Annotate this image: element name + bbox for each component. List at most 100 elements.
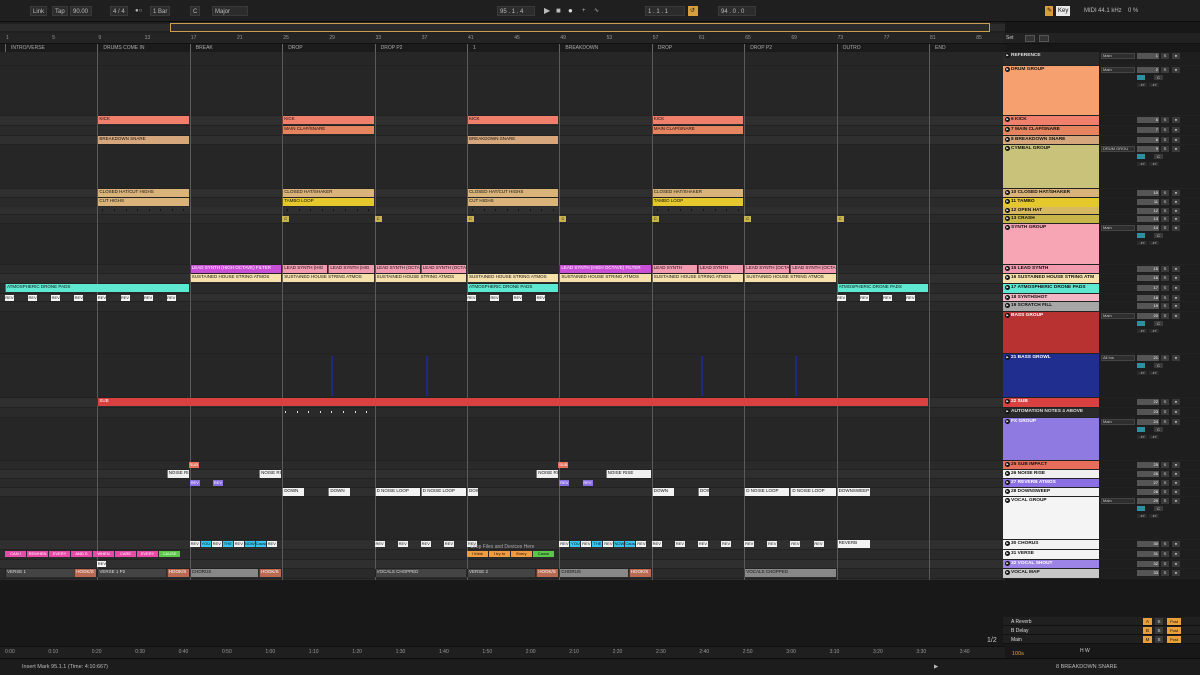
track-arrow-icon[interactable]: ▶ [1005, 199, 1010, 204]
track-arrow-icon[interactable]: ▶ [1005, 285, 1010, 290]
fold-arrow-icon[interactable]: ▶ [1005, 498, 1010, 503]
track-number[interactable]: 24 [1137, 419, 1159, 425]
track-activator[interactable] [1137, 75, 1145, 80]
locator[interactable]: DROP [282, 44, 303, 52]
volume-readout[interactable]: -inf [1137, 514, 1147, 518]
track-activator[interactable] [1137, 154, 1145, 159]
track-header[interactable]: ▶ 10 CLOSED HAT/SHAKER [1003, 189, 1099, 198]
clip[interactable]: REV [143, 295, 153, 301]
track-arrow-icon[interactable]: ▶ [1005, 117, 1010, 122]
track-arrow-icon[interactable]: ▶ [1005, 541, 1010, 546]
clip[interactable]: REV [51, 295, 61, 301]
clip[interactable]: BREAKDOWN SNARE [97, 136, 189, 144]
track-lane[interactable] [0, 215, 1005, 224]
solo-button[interactable]: S [1161, 53, 1169, 59]
clip[interactable]: NOISE RISE [259, 470, 282, 478]
track-lane[interactable] [0, 207, 1005, 215]
solo-button[interactable]: S [1161, 295, 1169, 301]
arm-icon[interactable]: ● [1172, 53, 1180, 59]
clip[interactable]: HOOK/S [166, 569, 189, 577]
track-header[interactable]: ▶ SYNTH GROUP [1003, 224, 1099, 265]
clip[interactable]: LEAD SYNTH [698, 265, 744, 273]
arm-icon[interactable]: ● [1172, 199, 1180, 205]
track-lane[interactable] [0, 497, 1005, 540]
track-arrow-icon[interactable]: ▶ [1005, 303, 1010, 308]
crossfade-button[interactable]: C [1154, 75, 1163, 80]
track-number[interactable]: 29 [1137, 498, 1159, 504]
solo-button[interactable]: S [1161, 225, 1169, 231]
arm-icon[interactable]: ● [1172, 216, 1180, 222]
track-lane[interactable] [0, 461, 1005, 470]
track-header[interactable]: ▶ 6 KICK [1003, 116, 1099, 126]
crossfade-button[interactable]: C [1154, 233, 1163, 238]
track-lane[interactable] [0, 560, 1005, 569]
locator[interactable]: DRUMS COME IN [97, 44, 145, 52]
clip[interactable]: REV [5, 295, 14, 301]
crossfade-button[interactable]: C [1154, 506, 1163, 511]
track-lane[interactable] [0, 418, 1005, 461]
clip[interactable]: SUB [558, 462, 569, 468]
clip[interactable]: Every [511, 551, 532, 557]
stop-icon[interactable]: ■ [554, 6, 563, 16]
pan-readout[interactable]: -inf [1149, 162, 1159, 166]
return-letter[interactable]: M [1143, 636, 1152, 643]
pan-readout[interactable]: -inf [1149, 329, 1159, 333]
track-header[interactable]: ▶ FX GROUP [1003, 418, 1099, 461]
arrangement-position[interactable]: 95 . 1 . 4 [497, 6, 535, 16]
clip[interactable]: EVERY [49, 551, 70, 557]
track-arrow-icon[interactable]: ▶ [1005, 551, 1010, 556]
clip[interactable]: REWHEN [27, 551, 48, 557]
clip[interactable]: KICK [282, 116, 374, 124]
return-letter[interactable]: B [1143, 627, 1152, 634]
output-routing[interactable]: Main [1101, 225, 1135, 231]
track-lane[interactable] [0, 126, 1005, 136]
locator[interactable]: BREAK [189, 44, 213, 52]
arm-icon[interactable]: ● [1172, 570, 1180, 576]
track-header[interactable]: ▶ 30 CHORUS [1003, 540, 1099, 550]
solo-button[interactable]: S [1161, 216, 1169, 222]
clip[interactable]: LEAD SYNTH (HIG [328, 265, 374, 273]
volume-readout[interactable]: -inf [1137, 435, 1147, 439]
clip[interactable]: DOWN [328, 488, 351, 496]
track-lane[interactable] [0, 52, 1005, 66]
track-number[interactable]: 30 [1137, 541, 1159, 547]
return-track[interactable]: B Delay B S Post [1003, 626, 1200, 635]
track-number[interactable]: 23 [1137, 409, 1159, 415]
return-post[interactable]: Post [1167, 627, 1181, 634]
arm-icon[interactable]: ● [1172, 561, 1180, 567]
track-header[interactable]: ▶ 17 ATMOSPHERIC DRONE PADS [1003, 284, 1099, 294]
track-header[interactable]: ▶ REFERENCE [1003, 52, 1099, 66]
solo-button[interactable]: S [1161, 266, 1169, 272]
track-activator[interactable] [1137, 506, 1145, 511]
track-header[interactable]: ▶ 32 VOCAL SHOUT [1003, 560, 1099, 569]
volume-readout[interactable]: -inf [1137, 83, 1147, 87]
track-number[interactable]: 10 [1137, 190, 1159, 196]
fold-arrow-icon[interactable]: ▶ [1005, 313, 1010, 318]
track-number[interactable]: 20 [1137, 313, 1159, 319]
crossfade-button[interactable]: C [1154, 427, 1163, 432]
track-number[interactable]: 21 [1137, 355, 1159, 361]
track-header[interactable]: ▶ 26 NOISE RISE [1003, 470, 1099, 479]
key-map-button[interactable]: Key [1056, 6, 1071, 16]
clip[interactable]: DOWN [651, 488, 674, 496]
track-arrow-icon[interactable]: ▶ [1005, 561, 1010, 566]
pan-readout[interactable]: -inf [1149, 241, 1159, 245]
solo-button[interactable]: S [1161, 471, 1169, 477]
clip[interactable]: REV [120, 295, 130, 301]
track-arrow-icon[interactable]: ▶ [1005, 471, 1010, 476]
arm-icon[interactable]: ● [1172, 409, 1180, 415]
solo-button[interactable]: S [1161, 117, 1169, 123]
track-number[interactable]: 12 [1137, 208, 1159, 214]
output-routing[interactable]: Main [1101, 419, 1135, 425]
return-solo[interactable]: S [1155, 636, 1163, 643]
arrangement-view[interactable]: KICK KICK KICK KICK MAIN CLAP/SNARE MAIN CLAP… [0, 52, 1005, 580]
track-number[interactable]: 14 [1137, 225, 1159, 231]
track-number[interactable]: 19 [1137, 303, 1159, 309]
output-routing[interactable]: DRUM GROU [1101, 146, 1135, 152]
track-header[interactable]: ▶ 15 LEAD SYNTH [1003, 265, 1099, 274]
track-activator[interactable] [1137, 427, 1145, 432]
arm-icon[interactable]: ● [1172, 313, 1180, 319]
clip[interactable]: VOCALS CHOPPED [744, 569, 836, 577]
solo-button[interactable]: S [1161, 285, 1169, 291]
scale-select[interactable]: Major [212, 6, 248, 16]
